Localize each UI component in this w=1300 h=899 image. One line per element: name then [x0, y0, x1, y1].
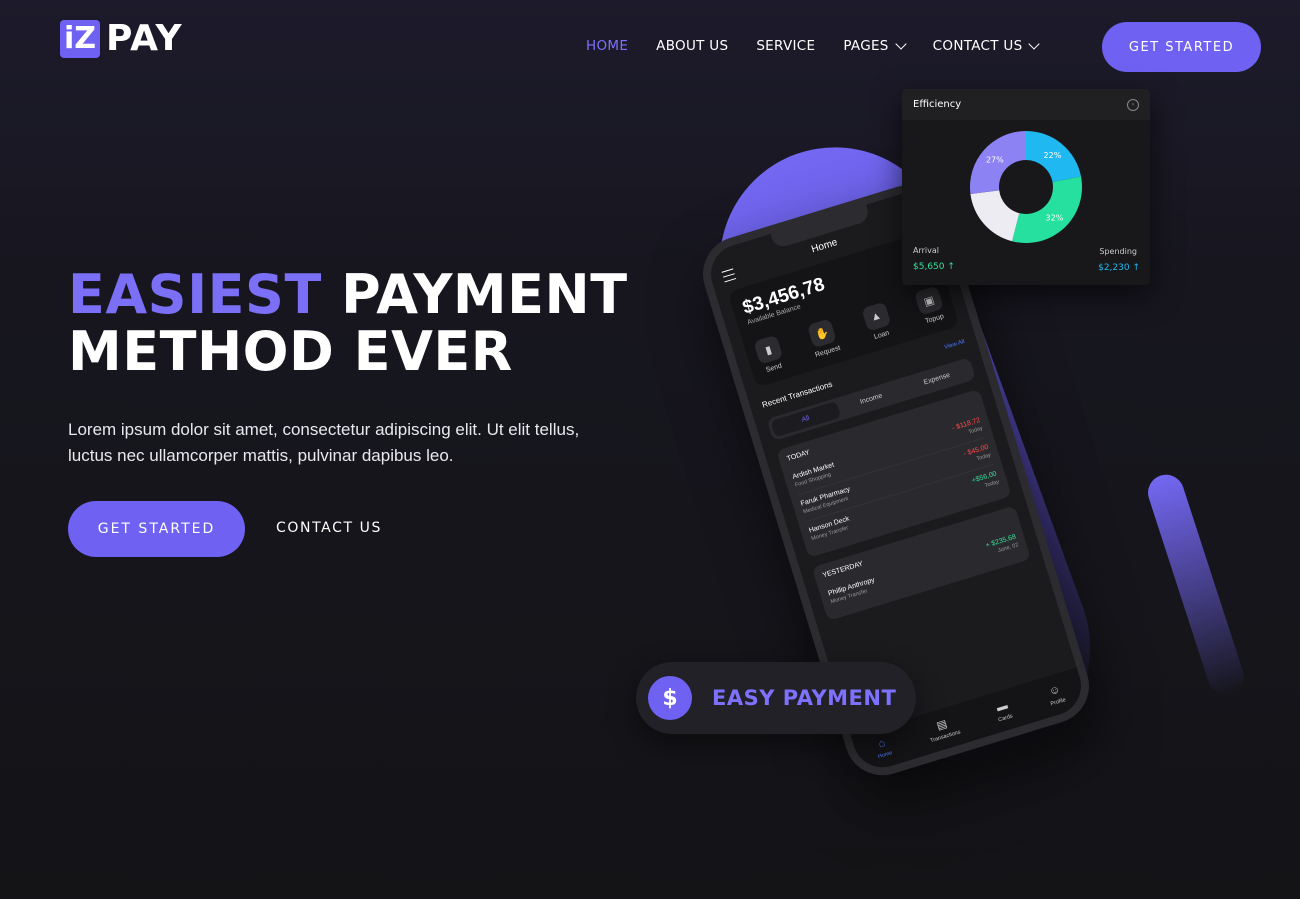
- decorative-pill-small: [1143, 470, 1249, 700]
- phone-nav-label: Home: [877, 749, 894, 760]
- header-get-started-button[interactable]: GET STARTED: [1102, 22, 1261, 72]
- phone-nav-home: ⌂ Home: [873, 735, 893, 759]
- spending-label: Spending: [1099, 247, 1137, 256]
- bag-icon: ▲: [861, 301, 892, 332]
- nav-service[interactable]: SERVICE: [756, 38, 815, 54]
- chevron-right-icon[interactable]: ›: [1127, 98, 1139, 111]
- phone-nav-label: Cards: [997, 712, 1014, 723]
- logo-mark: iZ: [60, 19, 100, 58]
- hero-title-line2: METHOD EVER: [68, 320, 513, 383]
- phone-action-label: Send: [765, 362, 783, 375]
- phone-action-request: ✋ Request: [806, 318, 841, 359]
- phone-action-label: Topup: [924, 313, 945, 326]
- hero-title-accent: EASIEST: [68, 263, 322, 326]
- menu-icon: [721, 268, 737, 283]
- efficiency-title: Efficiency: [913, 99, 962, 110]
- donut-segment: [1012, 176, 1082, 243]
- hero-get-started-button[interactable]: GET STARTED: [68, 501, 245, 557]
- phone-tab-income: Income: [859, 392, 884, 406]
- phone-nav-cards: ▬ Cards: [993, 699, 1013, 723]
- nav-contact-us[interactable]: CONTACT US: [932, 38, 1041, 54]
- main-nav: HOME ABOUT US SERVICE PAGES CONTACT US: [586, 38, 1066, 54]
- hero-contact-link[interactable]: CONTACT US: [276, 520, 382, 536]
- spending-value: $2,230 ↑: [1098, 263, 1140, 273]
- nav-about-label: ABOUT US: [656, 38, 729, 54]
- phone-action-label: Loan: [873, 329, 891, 341]
- chevron-down-icon: [895, 38, 907, 50]
- hand-icon: ✋: [807, 318, 838, 349]
- card-icon: ▬: [994, 699, 1009, 714]
- easy-payment-badge: $ EASY PAYMENT: [636, 662, 916, 734]
- arrival-value: $5,650 ↑: [913, 262, 955, 272]
- logo-text: PAY: [106, 18, 183, 59]
- phone-view-all: View All: [943, 339, 966, 351]
- receipt-icon: ▤: [935, 718, 949, 733]
- dollar-icon: $: [648, 676, 692, 720]
- phone-action-label: Request: [814, 344, 842, 359]
- phone-tab-all: All: [770, 401, 841, 438]
- hero-description: Lorem ipsum dolor sit amet, consectetur …: [68, 420, 580, 465]
- nav-about-us[interactable]: ABOUT US: [656, 38, 728, 54]
- nav-home[interactable]: HOME: [586, 38, 628, 54]
- nav-contact-label: CONTACT US: [932, 38, 1023, 54]
- arrival-label: Arrival: [913, 246, 939, 255]
- efficiency-donut: 22% 32% 27%: [970, 131, 1082, 243]
- phone-action-loan: ▲ Loan: [861, 301, 894, 342]
- efficiency-header: Efficiency ›: [902, 89, 1150, 120]
- nav-service-label: SERVICE: [756, 38, 816, 54]
- logo[interactable]: iZ PAY: [60, 18, 183, 59]
- phone-tab-expense: Expense: [922, 371, 952, 387]
- easy-payment-text: EASY PAYMENT: [712, 686, 897, 710]
- donut-label: 32%: [1046, 213, 1064, 222]
- phone-title: Home: [810, 237, 839, 256]
- user-icon: ☺: [1047, 682, 1062, 698]
- efficiency-card: Efficiency › 22% 32% 27% Arrival $5,650 ↑ …: [902, 89, 1150, 285]
- donut-segment: [970, 190, 1020, 242]
- phone-nav-transactions: ▤ Transactions: [925, 714, 962, 745]
- donut-label: 22%: [1044, 151, 1062, 160]
- hero-title: EASIEST PAYMENT METHOD EVER: [68, 266, 628, 380]
- nav-pages-label: PAGES: [843, 38, 889, 54]
- phone-action-topup: ▣ Topup: [913, 285, 947, 326]
- home-icon: ⌂: [876, 736, 887, 750]
- wallet-icon: ▣: [913, 285, 944, 316]
- nav-home-label: HOME: [586, 38, 629, 54]
- chevron-down-icon: [1028, 38, 1041, 50]
- phone-nav-label: Profile: [1049, 696, 1067, 707]
- phone-nav-profile: ☺ Profile: [1045, 682, 1066, 707]
- donut-label: 27%: [986, 156, 1004, 165]
- send-icon: ▮: [753, 334, 784, 365]
- phone-nav-label: Transactions: [929, 729, 962, 745]
- hero-title-rest: PAYMENT: [321, 263, 628, 326]
- phone-action-send: ▮ Send: [753, 334, 786, 375]
- nav-pages[interactable]: PAGES: [843, 38, 907, 54]
